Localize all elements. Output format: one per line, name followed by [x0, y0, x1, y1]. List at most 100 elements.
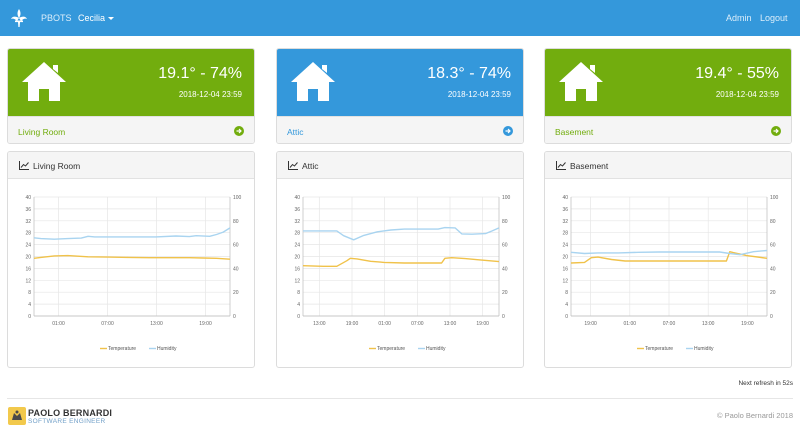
y-tick-label: 4 — [565, 302, 568, 308]
humidity-series-line — [33, 227, 231, 240]
y2-tick-label: 40 — [502, 266, 508, 272]
sensor-reading: 19.4° - 55% — [695, 65, 779, 82]
chevron-down-icon — [108, 17, 115, 20]
y-tick-label: 0 — [565, 314, 568, 320]
footer-subtitle: SOFTWARE ENGINEER — [28, 418, 106, 425]
y-tick-label: 16 — [25, 266, 31, 272]
sensor-card-header: 18.3° - 74% 2018-12-04 23:59 — [277, 49, 523, 116]
y-tick-label: 4 — [297, 302, 300, 308]
y-tick-label: 12 — [25, 278, 31, 284]
x-tick-label: 13:00 — [702, 321, 715, 327]
line-chart-icon — [288, 161, 298, 170]
x-tick-label: 19:00 — [346, 321, 359, 327]
legend-label: Temperature — [377, 346, 405, 352]
sensor-card-label[interactable]: Living Room — [18, 127, 65, 137]
sensor-card-footer[interactable]: Living Room — [8, 116, 254, 143]
y-tick-label: 36 — [562, 207, 568, 213]
sensor-reading: 18.3° - 74% — [427, 65, 511, 82]
admin-link[interactable]: Admin — [726, 13, 752, 23]
footer-name: PAOLO BERNARDI — [28, 408, 113, 418]
x-tick-label: 13:00 — [150, 321, 163, 327]
chart-panel-title: Basement — [570, 161, 609, 171]
sensor-card-attic: 18.3° - 74% 2018-12-04 23:59 Attic — [276, 48, 524, 144]
y2-tick-label: 20 — [502, 290, 508, 296]
y-tick-label: 16 — [294, 266, 300, 272]
y-tick-label: 12 — [294, 278, 300, 284]
house-icon — [559, 62, 603, 101]
sensor-card-living-room: 19.1° - 74% 2018-12-04 23:59 Living Room — [7, 48, 255, 144]
y-tick-label: 0 — [28, 314, 31, 320]
house-icon — [291, 62, 335, 101]
y-tick-label: 4 — [28, 302, 31, 308]
legend-label: Temperature — [645, 346, 673, 352]
y-tick-label: 20 — [25, 255, 31, 261]
y-tick-label: 32 — [562, 219, 568, 225]
sensor-card-label[interactable]: Attic — [287, 127, 304, 137]
y-tick-label: 24 — [294, 243, 300, 249]
y-tick-label: 36 — [294, 207, 300, 213]
y-tick-label: 0 — [297, 314, 300, 320]
temperature-humidity-chart: 0 4 8 12 16 20 24 28 32 36 40 0 20 40 60 80 100 19:00 01:0… — [562, 195, 779, 352]
y-tick-label: 8 — [28, 290, 31, 296]
line-chart-icon — [556, 161, 566, 170]
x-tick-label: 19:00 — [584, 321, 597, 327]
legend-label: Humidity — [694, 346, 714, 352]
arrow-circle-right-icon[interactable] — [771, 126, 781, 136]
x-tick-label: 19:00 — [199, 321, 212, 327]
temperature-humidity-chart: 0 4 8 12 16 20 24 28 32 36 40 0 20 40 60 80 100 13:00 19:0… — [294, 195, 510, 352]
copyright: © Paolo Bernardi 2018 — [717, 411, 793, 420]
y-tick-label: 8 — [297, 290, 300, 296]
sensor-card-header: 19.1° - 74% 2018-12-04 23:59 — [8, 49, 254, 116]
humidity-series-line — [303, 226, 500, 241]
user-menu-label: Cecilia — [78, 13, 106, 23]
logout-link[interactable]: Logout — [760, 13, 788, 23]
nav-brand[interactable]: PBOTS — [41, 13, 72, 23]
user-menu[interactable]: Cecilia — [78, 13, 115, 23]
sensor-timestamp: 2018-12-04 23:59 — [715, 90, 779, 99]
chart-panel-header: Attic — [277, 152, 523, 179]
y-tick-label: 32 — [294, 219, 300, 225]
sensor-card-footer[interactable]: Basement — [545, 116, 791, 143]
sensor-card-label[interactable]: Basement — [555, 127, 593, 137]
house-icon — [22, 62, 66, 101]
chart-panel-header: Living Room — [8, 152, 254, 179]
y-tick-label: 12 — [562, 278, 568, 284]
y-tick-label: 28 — [562, 231, 568, 237]
y-tick-label: 24 — [25, 243, 31, 249]
x-tick-label: 01:00 — [624, 321, 637, 327]
sensor-timestamp: 2018-12-04 23:59 — [178, 90, 242, 99]
y2-tick-label: 0 — [770, 314, 773, 320]
y2-tick-label: 20 — [233, 290, 239, 296]
arrow-circle-right-icon[interactable] — [234, 126, 244, 136]
legend-label: Temperature — [108, 346, 136, 352]
refresh-countdown: Next refresh in 52s — [738, 380, 793, 387]
legend-label: Humidity — [157, 346, 177, 352]
y-tick-label: 40 — [25, 195, 31, 201]
sensor-card-footer[interactable]: Attic — [277, 116, 523, 143]
y-tick-label: 32 — [25, 219, 31, 225]
chart-panel-basement: Basement 0 4 8 12 16 20 24 28 32 36 40 0 20 40 60 80 100… — [544, 151, 792, 368]
sensor-card-header: 19.4° - 55% 2018-12-04 23:59 — [545, 49, 791, 116]
y-tick-label: 8 — [565, 290, 568, 296]
x-tick-label: 13:00 — [313, 321, 326, 327]
temperature-series-line — [33, 254, 231, 260]
y2-tick-label: 100 — [770, 195, 779, 201]
x-tick-label: 19:00 — [741, 321, 754, 327]
y2-tick-label: 40 — [233, 266, 239, 272]
x-tick-label: 19:00 — [476, 321, 489, 327]
y2-tick-label: 0 — [502, 314, 505, 320]
y-tick-label: 36 — [25, 207, 31, 213]
y-tick-label: 20 — [294, 255, 300, 261]
x-tick-label: 13:00 — [444, 321, 457, 327]
y-tick-label: 28 — [25, 231, 31, 237]
chart-panel-title: Living Room — [33, 161, 81, 171]
fleur-de-lis-icon[interactable] — [9, 8, 29, 28]
navbar: PBOTS Cecilia Admin Logout — [0, 0, 800, 36]
y-tick-label: 20 — [562, 255, 568, 261]
temperature-series-line — [302, 256, 500, 268]
x-tick-label: 07:00 — [101, 321, 114, 327]
y-tick-label: 40 — [562, 195, 568, 201]
y2-tick-label: 100 — [233, 195, 242, 201]
sensor-timestamp: 2018-12-04 23:59 — [447, 90, 511, 99]
arrow-circle-right-icon[interactable] — [503, 126, 513, 136]
